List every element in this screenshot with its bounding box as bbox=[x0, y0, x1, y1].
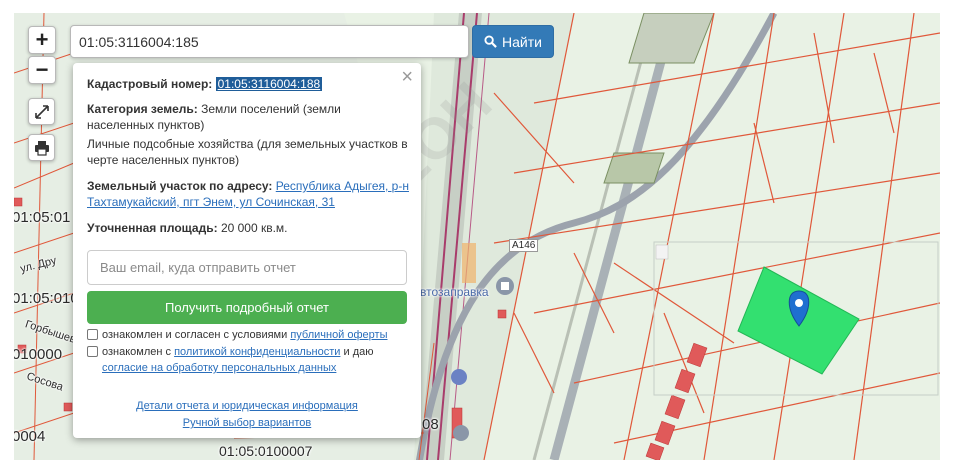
cadastral-number-link[interactable]: 01:05:3116004:188 bbox=[215, 77, 323, 91]
privacy-consent-checkbox[interactable] bbox=[87, 346, 98, 357]
print-button[interactable] bbox=[28, 134, 55, 161]
cadastral-number-row: Кадастровый номер: 01:05:3116004:188 bbox=[87, 76, 409, 92]
place-label: Автозаправка bbox=[412, 285, 489, 299]
fullscreen-button[interactable] bbox=[28, 98, 55, 125]
land-category-label: Категория земель: bbox=[87, 102, 198, 116]
manual-selection-link[interactable]: Ручной выбор вариантов bbox=[183, 417, 311, 429]
area-value: 20 000 кв.м. bbox=[220, 221, 288, 235]
zoom-in-button[interactable]: + bbox=[28, 26, 56, 54]
parcel-label: 01:05:0100007 bbox=[219, 443, 313, 459]
area-row: Уточненная площадь: 20 000 кв.м. bbox=[87, 220, 409, 236]
privacy-consent-row: ознакомлен с политикой конфиденциальност… bbox=[87, 345, 413, 360]
email-input[interactable] bbox=[87, 250, 407, 285]
print-icon bbox=[34, 140, 49, 156]
parcel-label: 0004 bbox=[14, 428, 46, 445]
search-icon bbox=[484, 35, 497, 48]
parcel-label: 010000 bbox=[14, 346, 63, 363]
gas-station-icon bbox=[496, 277, 514, 295]
parcel-label: 08 bbox=[422, 416, 439, 433]
parcel-label: 01:05:01 bbox=[14, 209, 71, 226]
data-processing-row: согласие на обработку персональных данны… bbox=[102, 361, 413, 376]
land-category-row: Категория земель: Земли поселений (земли… bbox=[87, 101, 409, 133]
cadastral-search-input[interactable] bbox=[70, 25, 469, 58]
land-use-value: Личные подсобные хозяйства (для земельны… bbox=[87, 137, 408, 167]
zoom-out-button[interactable]: − bbox=[28, 56, 56, 84]
road-label: A146 bbox=[509, 239, 539, 252]
data-processing-consent-link[interactable]: согласие на обработку персональных данны… bbox=[102, 362, 336, 374]
address-label: Земельный участок по адресу: bbox=[87, 179, 273, 193]
address-row: Земельный участок по адресу: Республика … bbox=[87, 178, 409, 210]
report-details-row: Детали отчета и юридическая информация bbox=[73, 400, 421, 412]
public-offer-link[interactable]: публичной оферты bbox=[290, 329, 387, 341]
offer-consent-row: ознакомлен и согласен с условиями публич… bbox=[87, 328, 413, 343]
search-button[interactable]: Найти bbox=[472, 25, 554, 58]
manual-selection-row: Ручной выбор вариантов bbox=[73, 417, 421, 429]
search-button-label: Найти bbox=[502, 33, 542, 50]
parcel-info-popup: × Кадастровый номер: 01:05:3116004:188 К… bbox=[73, 63, 421, 438]
cadastral-number-label: Кадастровый номер: bbox=[87, 77, 213, 91]
privacy-policy-link[interactable]: политикой конфиденциальности bbox=[174, 346, 340, 358]
privacy-consent-text: ознакомлен с bbox=[102, 346, 175, 358]
privacy-consent-and: и даю bbox=[340, 346, 374, 358]
get-report-button[interactable]: Получить подробный отчет bbox=[87, 291, 407, 324]
report-details-link[interactable]: Детали отчета и юридическая информация bbox=[136, 400, 358, 412]
offer-consent-text: ознакомлен и согласен с условиями bbox=[102, 329, 291, 341]
area-label: Уточненная площадь: bbox=[87, 221, 218, 235]
offer-consent-checkbox[interactable] bbox=[87, 329, 98, 340]
fullscreen-icon bbox=[34, 104, 49, 119]
